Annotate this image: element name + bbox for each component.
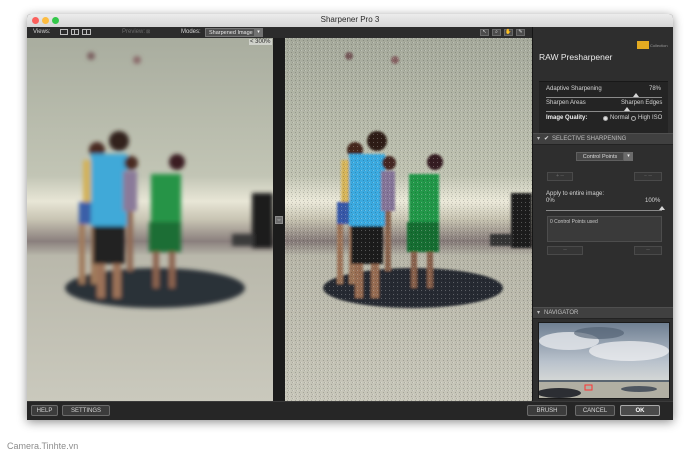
split-divider[interactable]: ⇔	[273, 38, 285, 401]
window-title: Sharpener Pro 3	[320, 15, 380, 24]
preview-label: Preview:	[122, 29, 146, 35]
navigator-title: NAVIGATOR	[544, 310, 579, 316]
navigator-thumbnail[interactable]	[538, 322, 670, 399]
title-bar: Sharpener Pro 3	[27, 14, 673, 28]
app-window: Sharpener Pro 3 Views: Preview: ⊠ Modes:…	[27, 14, 673, 420]
cancel-button[interactable]: CANCEL	[575, 405, 615, 416]
control-point-option-right-button[interactable]: ─	[634, 246, 662, 255]
brush-button[interactable]: BRUSH	[527, 405, 567, 416]
dropdown-arrow-icon: ▾	[254, 28, 263, 37]
presharpener-controls: Adaptive Sharpening 78% Sharpen Areas Sh…	[539, 81, 668, 135]
sharpen-edges-label: Sharpen Edges	[621, 100, 663, 106]
sharpen-balance-slider[interactable]	[624, 107, 631, 111]
quality-high-iso-radio[interactable]	[631, 116, 636, 121]
quality-normal-label: Normal	[610, 115, 630, 121]
remove-control-point-button[interactable]: − ─	[634, 172, 662, 181]
zoom-tool-icon[interactable]: ⌕	[492, 29, 501, 36]
hand-tool-icon[interactable]: ✋	[504, 29, 513, 36]
add-control-point-button[interactable]: + ─	[547, 172, 573, 181]
adaptive-sharpening-value: 78%	[649, 86, 662, 92]
settings-button[interactable]: SETTINGS	[62, 405, 110, 416]
beach-photo-sharpened	[285, 38, 532, 401]
view-side-by-side-icon[interactable]	[82, 29, 91, 35]
dropdown-arrow-icon[interactable]: ▾	[624, 152, 633, 161]
collapse-arrow-icon[interactable]: ▾	[537, 134, 540, 144]
bottom-bar: HELP SETTINGS BRUSH CANCEL OK	[27, 401, 673, 420]
modes-label: Modes:	[181, 29, 201, 35]
navigator-photo	[539, 323, 669, 398]
selective-sharpening-header[interactable]: ▾ ✔ SELECTIVE SHARPENING	[533, 133, 673, 145]
logo-collection-text: Collection	[650, 43, 668, 48]
zoom-value: 300%	[255, 39, 271, 45]
apply-slider[interactable]	[659, 206, 665, 210]
settings-panel: Collection RAW Presharpener Adaptive Sha…	[532, 27, 673, 401]
sharpen-areas-label: Sharpen Areas	[546, 100, 586, 106]
watermark-text: Camera.Tinhte.vn	[7, 441, 79, 451]
beach-photo-original	[27, 38, 273, 401]
zoom-level: < 300%	[249, 39, 272, 45]
quality-normal-radio[interactable]	[603, 116, 608, 121]
control-point-option-left-button[interactable]: ─	[547, 246, 583, 255]
selective-sharpening-title: SELECTIVE SHARPENING	[552, 136, 627, 142]
preview-icon[interactable]: ⊠	[146, 29, 150, 35]
apply-min-label: 0%	[546, 198, 555, 204]
split-handle-icon[interactable]: ⇔	[275, 216, 283, 224]
control-points-count: 0 Control Points used	[550, 219, 598, 225]
apply-entire-image-label: Apply to entire image:	[546, 191, 605, 197]
pointer-tool-icon[interactable]: ↖	[480, 29, 489, 36]
adaptive-sharpening-track	[546, 97, 662, 98]
image-quality-label: Image Quality:	[546, 115, 588, 121]
views-label: Views:	[33, 29, 51, 35]
panel-title: RAW Presharpener	[539, 52, 613, 62]
view-split-icon[interactable]	[71, 29, 79, 35]
navigator-header[interactable]: ▾ NAVIGATOR	[533, 307, 673, 319]
nik-logo	[637, 41, 649, 49]
help-button[interactable]: HELP	[31, 405, 58, 416]
original-image-view[interactable]	[27, 38, 273, 401]
adaptive-sharpening-slider[interactable]	[633, 93, 640, 97]
control-points-list[interactable]: 0 Control Points used	[547, 216, 662, 242]
dropper-tool-icon[interactable]: ✎	[516, 29, 525, 36]
apply-max-label: 100%	[645, 198, 661, 204]
mode-select[interactable]: Sharpened Image ▾	[205, 28, 263, 37]
control-points-select[interactable]: Control Points	[576, 152, 624, 161]
view-single-icon[interactable]	[60, 29, 68, 35]
ok-button[interactable]: OK	[620, 405, 660, 416]
sharpened-image-view[interactable]	[285, 38, 532, 401]
adaptive-sharpening-label: Adaptive Sharpening	[546, 86, 602, 92]
collapse-arrow-icon[interactable]: ▾	[537, 308, 540, 318]
mode-select-value: Sharpened Image	[209, 30, 253, 36]
apply-track	[546, 210, 662, 211]
quality-high-iso-label: High ISO	[638, 115, 663, 121]
check-icon[interactable]: ✔	[544, 134, 549, 144]
sharpen-balance-track	[546, 111, 662, 112]
